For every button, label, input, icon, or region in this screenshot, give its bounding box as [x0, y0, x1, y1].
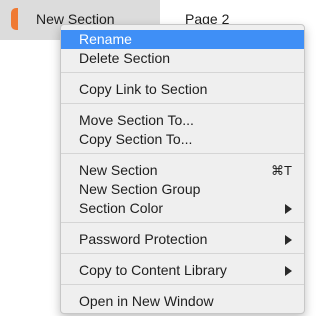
menu-item-copy-link-to-section[interactable]: Copy Link to Section — [61, 80, 304, 99]
menu-item-open-in-new-window[interactable]: Open in New Window — [61, 292, 304, 311]
menu-separator — [61, 222, 304, 223]
menu-item-label: New Section — [79, 162, 158, 178]
menu-item-move-section-to[interactable]: Move Section To... — [61, 111, 304, 130]
menu-item-delete-section[interactable]: Delete Section — [61, 49, 304, 68]
menu-item-rename[interactable]: Rename — [61, 30, 304, 49]
section-color-indicator — [11, 8, 18, 30]
menu-item-label: Move Section To... — [79, 112, 194, 128]
menu-item-section-color[interactable]: Section Color — [61, 199, 304, 218]
menu-item-copy-to-content-library[interactable]: Copy to Content Library — [61, 261, 304, 280]
menu-separator — [61, 284, 304, 285]
menu-item-copy-section-to[interactable]: Copy Section To... — [61, 130, 304, 149]
keyboard-shortcut: ⌘T — [271, 163, 292, 178]
menu-item-label: Copy Link to Section — [79, 81, 208, 97]
submenu-arrow-icon — [285, 266, 292, 276]
submenu-arrow-icon — [285, 235, 292, 245]
menu-item-new-section[interactable]: New Section ⌘T — [61, 161, 304, 180]
menu-item-label: Delete Section — [79, 50, 171, 66]
menu-separator — [61, 103, 304, 104]
menu-item-label: Copy to Content Library — [79, 262, 227, 278]
menu-item-label: Rename — [79, 31, 132, 47]
submenu-arrow-icon — [285, 204, 292, 214]
section-context-menu: Rename Delete Section Copy Link to Secti… — [60, 24, 305, 314]
menu-item-label: Open in New Window — [79, 293, 214, 309]
menu-item-password-protection[interactable]: Password Protection — [61, 230, 304, 249]
menu-item-label: Section Color — [79, 200, 164, 216]
menu-item-new-section-group[interactable]: New Section Group — [61, 180, 304, 199]
onenote-window: New Section Page 2 Rename Delete Section… — [0, 0, 309, 316]
menu-separator — [61, 153, 304, 154]
menu-separator — [61, 72, 304, 73]
menu-item-label: Password Protection — [79, 231, 208, 247]
menu-separator — [61, 253, 304, 254]
menu-item-label: Copy Section To... — [79, 131, 193, 147]
menu-item-label: New Section Group — [79, 181, 201, 197]
